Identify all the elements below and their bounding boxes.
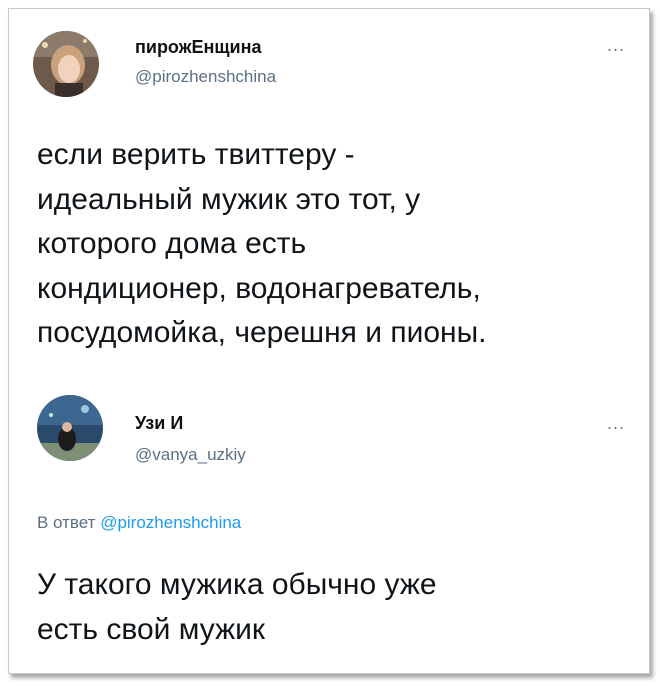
tweet-text: У такого мужика обычно уже есть свой муж… [37, 563, 637, 652]
tweet-text-line: если верить твиттеру - [37, 138, 355, 171]
avatar[interactable] [37, 395, 103, 461]
handle[interactable]: @vanya_uzkiy [135, 445, 246, 465]
replying-to: В ответ @pirozhenshchina [37, 513, 241, 533]
tweet-text-line: которого дома есть [37, 227, 307, 260]
tweet-text-line: идеальный мужик это тот, у [37, 182, 421, 216]
avatar[interactable] [33, 31, 99, 97]
tweet-text-line: есть свой мужик [37, 612, 266, 646]
tweet-text-line: посудомойка, черешня и пионы. [37, 316, 487, 349]
tweet-reply: Узи И @vanya_uzkiy ... В ответ @pirozhen… [9, 389, 649, 673]
tweet-original: пирожЕнщина @pirozhenshchina ... если ве… [9, 9, 649, 389]
more-options-icon[interactable]: ... [607, 413, 625, 434]
reply-prefix: В ответ [37, 513, 96, 532]
tweet-text: если верить твиттеру - идеальный мужик э… [37, 133, 637, 356]
tweet-text-line: кондиционер, водонагреватель, [37, 271, 481, 305]
reply-handle-link[interactable]: @pirozhenshchina [100, 513, 241, 532]
display-name[interactable]: Узи И [135, 413, 183, 434]
tweet-text-line: У такого мужика обычно уже [37, 568, 437, 601]
display-name[interactable]: пирожЕнщина [135, 37, 261, 58]
more-options-icon[interactable]: ... [607, 35, 625, 56]
handle[interactable]: @pirozhenshchina [135, 67, 276, 87]
screenshot-frame: пирожЕнщина @pirozhenshchina ... если ве… [8, 8, 650, 674]
